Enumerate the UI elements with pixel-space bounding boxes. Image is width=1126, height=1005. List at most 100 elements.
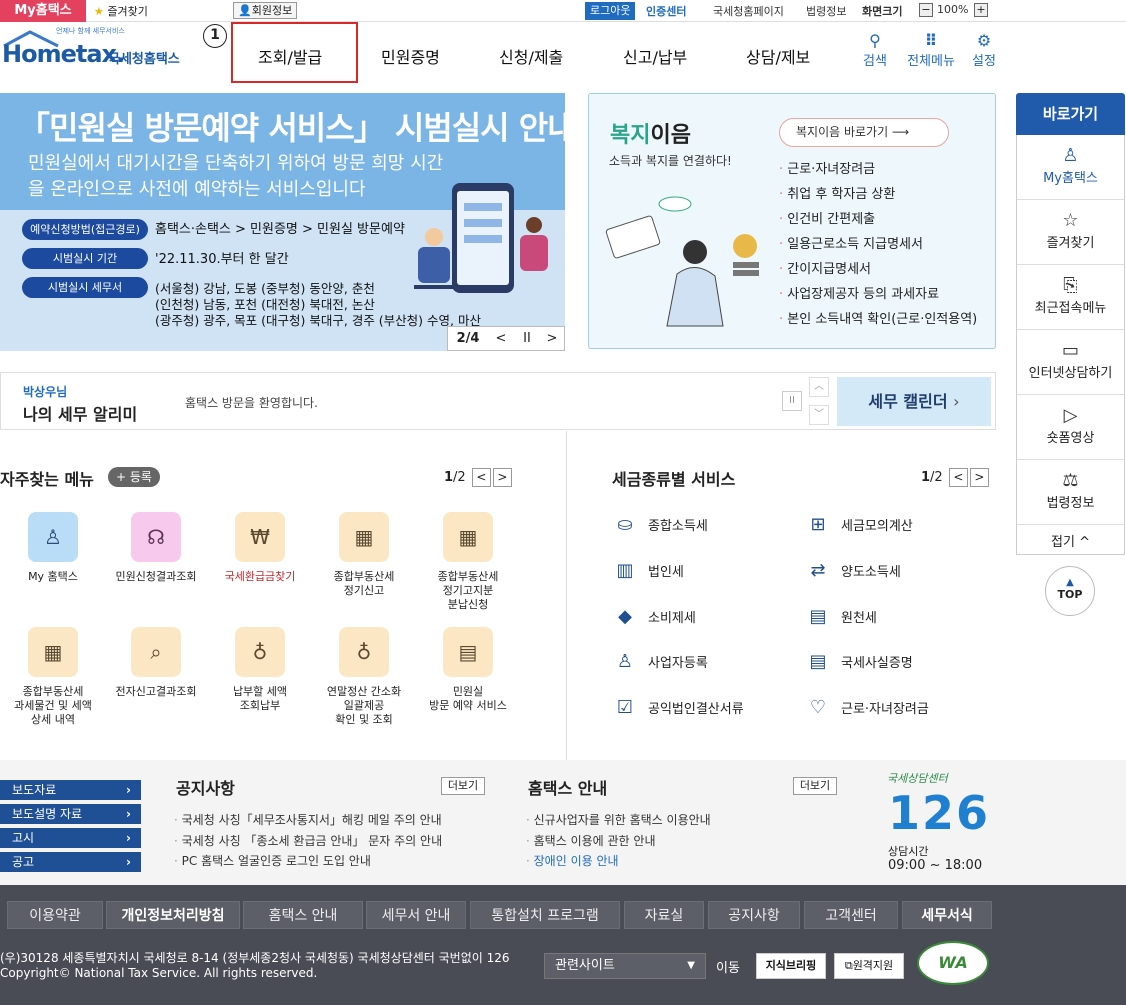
footer-install[interactable]: 통합설치 프로그램 <box>470 901 620 929</box>
nav-report-pay[interactable]: 신고/납부 <box>623 44 687 68</box>
main-banner[interactable]: 「민원실 방문예약 서비스」 시범실시 안내 민원실에서 대기시간을 단축하기 … <box>0 93 565 351</box>
tab-press-release[interactable]: 보도자료 <box>0 780 141 800</box>
footer-tax-forms[interactable]: 세무서식 <box>902 901 992 929</box>
welfare-item[interactable]: 인건비 간편제출 <box>779 207 977 232</box>
quick-shortform-video[interactable]: ▷ 숏폼영상 <box>1017 395 1124 460</box>
remote-support-button[interactable]: ⧉원격지원 <box>834 953 904 979</box>
guide-item[interactable]: 장애인 이용 안내 <box>526 851 711 872</box>
tax-business-registration[interactable]: ♙ 사업자등록 <box>612 651 708 672</box>
welfare-item[interactable]: 취업 후 학자금 상환 <box>779 182 977 207</box>
zoom-out-button[interactable]: − <box>919 3 933 17</box>
tax-prev-button[interactable]: < <box>948 468 968 487</box>
banner-prev-button[interactable]: < <box>488 331 514 346</box>
footer-privacy[interactable]: 개인정보처리방침 <box>106 901 240 929</box>
fav-tax-detail[interactable]: ▦ 종합부동산세 과세물건 및 세액 상세 내역 <box>7 627 99 727</box>
quick-online-consult[interactable]: ▭ 인터넷상담하기 <box>1017 330 1124 395</box>
tax-excise[interactable]: ◆ 소비제세 <box>612 606 696 627</box>
banner-pause-button[interactable]: II <box>514 331 540 346</box>
scroll-top-button[interactable]: ▲ TOP <box>1045 566 1095 616</box>
person-icon: ♙ <box>28 512 78 562</box>
quick-recent-menu[interactable]: ⎘ 최근접속메뉴 <box>1017 265 1124 330</box>
tax-page-current: 1 <box>921 470 931 485</box>
nav-apply-submit[interactable]: 신청/제출 <box>499 44 563 68</box>
guide-item[interactable]: 홈택스 이용에 관한 안내 <box>526 831 711 852</box>
fav-refund-search[interactable]: ₩ 국세환급금찾기 <box>214 512 306 584</box>
go-button[interactable]: 이동 <box>716 957 740 976</box>
tab-notification[interactable]: 고시 <box>0 828 141 848</box>
nav-inquiry-issue[interactable]: 조회/발급 <box>258 44 322 68</box>
fav-visit-reservation[interactable]: ▤ 민원실 방문 예약 서비스 <box>422 627 514 713</box>
tax-simulation[interactable]: ⊞ 세금모의계산 <box>805 514 912 535</box>
alert-up-button[interactable]: ︿ <box>809 377 829 397</box>
welfare-item[interactable]: 근로·자녀장려금 <box>779 157 977 182</box>
alert-pause-button[interactable]: II <box>782 391 802 411</box>
banner-next-button[interactable]: > <box>540 331 564 346</box>
related-site-select[interactable]: 관련사이트 ▼ <box>544 953 706 979</box>
quick-my-hometax[interactable]: ♙ My홈택스 <box>1017 135 1124 200</box>
fav-comprehensive-report[interactable]: ▦ 종합부동산세 정기신고 <box>318 512 410 598</box>
grid-icon: ⠿ <box>924 31 938 50</box>
notice-more-button[interactable]: 더보기 <box>441 777 485 795</box>
tab-announcement[interactable]: 공고 <box>0 852 141 872</box>
tab-press-explanation[interactable]: 보도설명 자료 <box>0 804 141 824</box>
law-info-link[interactable]: 법령정보 <box>806 3 846 19</box>
guide-title: 홈택스 안내 <box>528 779 608 798</box>
notice-item[interactable]: 국세청 사칭 「종소세 환급금 안내」 문자 주의 안내 <box>174 831 442 852</box>
quick-law-info[interactable]: ⚖ 법령정보 <box>1017 460 1124 525</box>
footer-hometax-guide[interactable]: 홈택스 안내 <box>243 901 363 929</box>
logout-button[interactable]: 로그아웃 <box>585 2 636 20</box>
all-menu-button[interactable]: ⠿ 전체메뉴 <box>903 31 959 70</box>
footer-office-guide[interactable]: 세무서 안내 <box>366 901 466 929</box>
nts-homepage-link[interactable]: 국세청홈페이지 <box>713 3 784 19</box>
fav-e-filing-result[interactable]: ⌕ 전자신고결과조회 <box>110 627 202 699</box>
tax-capital-gains[interactable]: ⇄ 양도소득세 <box>805 560 900 581</box>
hometax-logo[interactable]: 언제나 함께 세무서비스 Hometax. 국세청홈택스 <box>2 27 192 74</box>
favorites-link[interactable]: ★ 즐겨찾기 <box>94 3 148 19</box>
fav-civil-result[interactable]: ☊ 민원신청결과조회 <box>110 512 202 584</box>
tax-fact-certificate[interactable]: ▤ 국세사실증명 <box>805 651 912 672</box>
tax-calendar-button[interactable]: 세무 캘린더 › <box>837 377 991 426</box>
fav-installment[interactable]: ▦ 종합부동산세 정기고지분 분납신청 <box>422 512 514 612</box>
nav-consult-report[interactable]: 상담/제보 <box>746 44 810 68</box>
zoom-in-button[interactable]: + <box>974 3 988 17</box>
my-hometax-link[interactable]: My홈택스 <box>0 0 86 22</box>
guide-more-button[interactable]: 더보기 <box>793 777 837 795</box>
settings-button[interactable]: ⚙ 설정 <box>968 32 1000 70</box>
footer-library[interactable]: 자료실 <box>624 901 704 929</box>
notice-item[interactable]: PC 홈택스 얼굴인증 로그인 도입 안내 <box>174 851 442 872</box>
nav-civil-certificate[interactable]: 민원증명 <box>381 44 440 68</box>
fav-next-button[interactable]: > <box>492 468 512 487</box>
fav-tax-payment[interactable]: ♁ 납부할 세액 조회납부 <box>214 627 306 713</box>
policy-briefing-button[interactable]: 지식브리핑 <box>756 953 826 979</box>
search-button[interactable]: ⚲ 검색 <box>860 32 890 70</box>
welfare-item[interactable]: 일용근로소득 지급명세서 <box>779 232 977 257</box>
calendar-check-icon: ▦ <box>443 512 493 562</box>
notice-item[interactable]: 국세청 사칭「세무조사통지서」해킹 메일 주의 안내 <box>174 810 442 831</box>
guide-item[interactable]: 신규사업자를 위한 홈택스 이용안내 <box>526 810 711 831</box>
footer-terms[interactable]: 이용약관 <box>7 901 103 929</box>
member-info-button[interactable]: 👤회원정보 <box>233 2 298 19</box>
favorites-label: 즐겨찾기 <box>107 5 148 18</box>
footer-notice[interactable]: 공지사항 <box>708 901 800 929</box>
register-menu-button[interactable]: + 등록 <box>108 467 160 487</box>
fav-prev-button[interactable]: < <box>471 468 491 487</box>
tax-comprehensive-income[interactable]: ⛀ 종합소득세 <box>612 514 707 535</box>
tax-corporate[interactable]: ▥ 법인세 <box>612 560 683 581</box>
welfare-link-button[interactable]: 복지이음 바로가기 ⟶ <box>779 118 949 147</box>
sidebar-collapse-button[interactable]: 접기 ^ <box>1017 525 1124 554</box>
banner-pager: 2/4 < II > <box>447 326 565 351</box>
footer-customer-center[interactable]: 고객센터 <box>804 901 898 929</box>
tax-public-interest[interactable]: ☑ 공익법인결산서류 <box>612 697 744 718</box>
person-icon: ♙ <box>1062 145 1079 166</box>
cert-center-link[interactable]: 인증센터 <box>646 3 686 19</box>
alert-down-button[interactable]: ﹀ <box>809 405 829 425</box>
tax-next-button[interactable]: > <box>969 468 989 487</box>
quick-favorites[interactable]: ☆ 즐겨찾기 <box>1017 200 1124 265</box>
welfare-item[interactable]: 간이지급명세서 <box>779 257 977 282</box>
tax-earned-income-credit[interactable]: ♡ 근로·자녀장려금 <box>805 697 929 718</box>
fav-year-end-settlement[interactable]: ♁ 연말정산 간소화 일괄제공 확인 및 조회 <box>318 627 410 727</box>
fav-my-hometax[interactable]: ♙ My 홈택스 <box>7 512 99 584</box>
tax-withholding[interactable]: ▤ 원천세 <box>805 606 876 627</box>
welfare-item[interactable]: 사업장제공자 등의 과세자료 <box>779 282 977 307</box>
welfare-item[interactable]: 본인 소득내역 확인(근로·인적용역) <box>779 307 977 332</box>
